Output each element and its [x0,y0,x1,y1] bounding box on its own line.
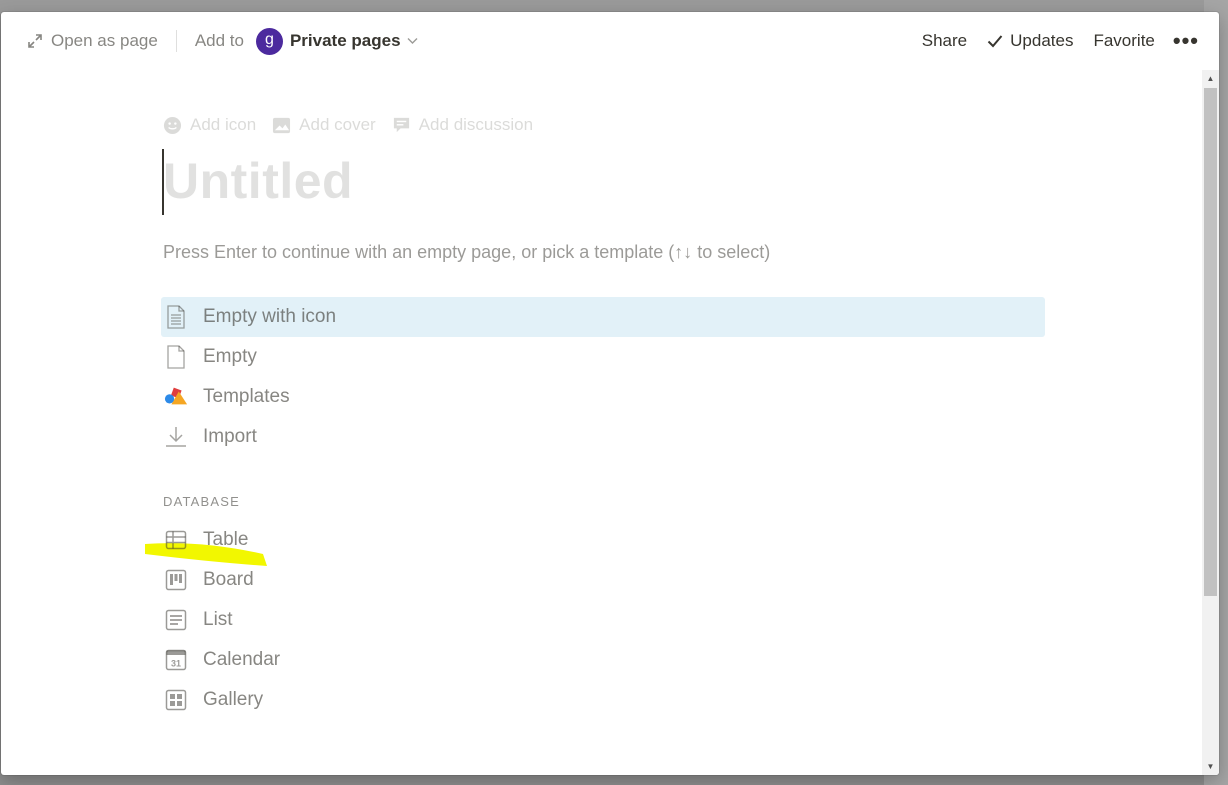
add-cover-button[interactable]: Add cover [272,115,376,135]
calendar-day: 31 [171,659,181,669]
add-cover-label: Add cover [299,115,376,134]
comment-icon [393,117,409,132]
smiley-icon [163,116,182,134]
template-empty-with-icon[interactable]: Empty with icon [161,297,1045,337]
board-icon [164,568,188,592]
database-table[interactable]: Table [161,520,1045,560]
vertical-scrollbar[interactable]: ▲ ▼ [1202,70,1219,775]
database-label: Gallery [203,689,264,710]
template-import[interactable]: Import [161,417,1045,457]
download-icon [164,425,188,449]
database-label: Board [203,569,254,590]
table-icon [164,528,188,552]
open-as-page-label: Open as page [51,31,158,50]
page-content: Add icon Add cover Add discussion Untitl… [145,12,1051,775]
database-label: Calendar [203,649,281,670]
add-icon-label: Add icon [190,115,257,134]
database-list: Table Board List 31 Calendar Gallery [161,520,1045,720]
template-label: Empty [203,346,257,367]
template-templates[interactable]: Templates [161,377,1045,417]
template-list: Empty with icon Empty Templates Import [161,297,1045,457]
add-discussion-label: Add discussion [418,115,534,134]
database-calendar[interactable]: 31 Calendar [161,640,1045,680]
template-label: Empty with icon [203,306,337,327]
database-list-view[interactable]: List [161,600,1045,640]
scrollbar-thumb[interactable] [1204,88,1217,596]
page-lines-icon [164,305,188,329]
template-label: Templates [203,386,290,407]
page-icon [164,345,188,369]
favorite-label: Favorite [1093,31,1155,50]
page-actions: Add icon Add cover Add discussion [163,115,533,135]
open-as-page-button[interactable]: Open as page [23,26,162,56]
database-label: List [203,609,233,630]
gallery-icon [164,688,188,712]
template-label: Import [203,426,257,447]
calendar-icon: 31 [164,648,188,672]
add-icon-button[interactable]: Add icon [163,115,256,135]
favorite-button[interactable]: Favorite [1093,31,1154,51]
page-title-input[interactable]: Untitled [163,152,353,210]
scroll-down-arrow-icon[interactable]: ▼ [1202,758,1219,775]
database-gallery[interactable]: Gallery [161,680,1045,720]
scroll-up-arrow-icon[interactable]: ▲ [1202,70,1219,87]
template-empty[interactable]: Empty [161,337,1045,377]
image-icon [273,117,291,133]
list-icon [164,608,188,632]
expand-arrow-icon [28,34,42,48]
shapes-icon [164,385,188,409]
database-label: Table [203,529,249,550]
page-modal: Open as page Add to g Private pages Shar… [1,12,1219,775]
more-options-icon[interactable]: ••• [1173,28,1199,54]
add-discussion-button[interactable]: Add discussion [392,115,533,135]
template-hint: Press Enter to continue with an empty pa… [163,242,771,262]
database-section-label: DATABASE [163,494,241,509]
database-board[interactable]: Board [161,560,1045,600]
